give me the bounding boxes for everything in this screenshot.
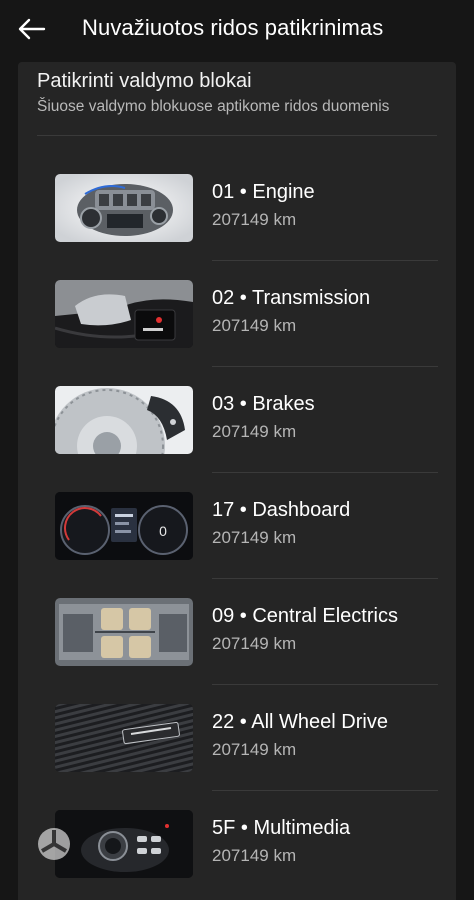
module-mileage: 207149 km: [212, 528, 297, 547]
list-item-transmission[interactable]: 02 • Transmission 207149 km: [18, 242, 456, 367]
multimedia-thumbnail: [55, 810, 193, 878]
module-name: 01 • Engine: [212, 181, 315, 203]
list-item-all-wheel-drive[interactable]: 22 • All Wheel Drive 207149 km: [18, 666, 456, 791]
svg-text:0: 0: [159, 523, 167, 539]
list-item-text: 02 • Transmission 207149 km: [212, 286, 370, 336]
top-app-bar: Nuvažiuotos ridos patikrinimas: [0, 0, 474, 60]
list-item-dashboard[interactable]: 0 17 • Dashboard 207149 km: [18, 454, 456, 579]
module-mileage: 207149 km: [212, 740, 297, 759]
transmission-thumbnail: [55, 280, 193, 348]
all-wheel-drive-thumbnail: [55, 704, 193, 772]
card-subtitle: Šiuose valdymo blokuose aptikome ridos d…: [37, 98, 390, 115]
module-mileage: 207149 km: [212, 846, 297, 865]
module-mileage: 207149 km: [212, 634, 297, 653]
dashboard-thumbnail: 0: [55, 492, 193, 560]
card-title: Patikrinti valdymo blokai: [37, 70, 252, 92]
list-item-text: 03 • Brakes 207149 km: [212, 392, 315, 442]
list-item-text: 5F • Multimedia 207149 km: [212, 816, 350, 866]
list-item-central-electrics[interactable]: 09 • Central Electrics 207149 km: [18, 560, 456, 685]
list-item-multimedia[interactable]: 5F • Multimedia 207149 km: [18, 772, 456, 878]
list-item-engine[interactable]: 01 • Engine 207149 km: [18, 136, 456, 261]
list-item-text: 01 • Engine 207149 km: [212, 180, 315, 230]
central-electrics-thumbnail: [55, 598, 193, 666]
arrow-left-icon: [18, 18, 46, 40]
list-item-text: 17 • Dashboard 207149 km: [212, 498, 350, 548]
app-screen: Nuvažiuotos ridos patikrinimas Patikrint…: [0, 0, 474, 900]
brakes-thumbnail: [55, 386, 193, 454]
list-item-text: 09 • Central Electrics 207149 km: [212, 604, 398, 654]
control-units-card: Patikrinti valdymo blokai Šiuose valdymo…: [18, 62, 456, 900]
module-name: 02 • Transmission: [212, 287, 371, 309]
back-button[interactable]: [10, 10, 54, 48]
card-header: Patikrinti valdymo blokai Šiuose valdymo…: [37, 68, 437, 117]
module-mileage: 207149 km: [212, 316, 297, 335]
module-mileage: 207149 km: [212, 422, 297, 441]
module-name: 03 • Brakes: [212, 393, 315, 415]
list-item-text: 22 • All Wheel Drive 207149 km: [212, 710, 388, 760]
module-name: 5F • Multimedia: [212, 817, 351, 839]
module-name: 22 • All Wheel Drive: [212, 711, 388, 733]
module-mileage: 207149 km: [212, 210, 297, 229]
page-title: Nuvažiuotos ridos patikrinimas: [82, 15, 384, 40]
watermark-logo-icon: [38, 828, 70, 860]
list-item-brakes[interactable]: 03 • Brakes 207149 km: [18, 348, 456, 473]
module-name: 17 • Dashboard: [212, 499, 351, 521]
engine-thumbnail: [55, 174, 193, 242]
module-name: 09 • Central Electrics: [212, 605, 398, 627]
